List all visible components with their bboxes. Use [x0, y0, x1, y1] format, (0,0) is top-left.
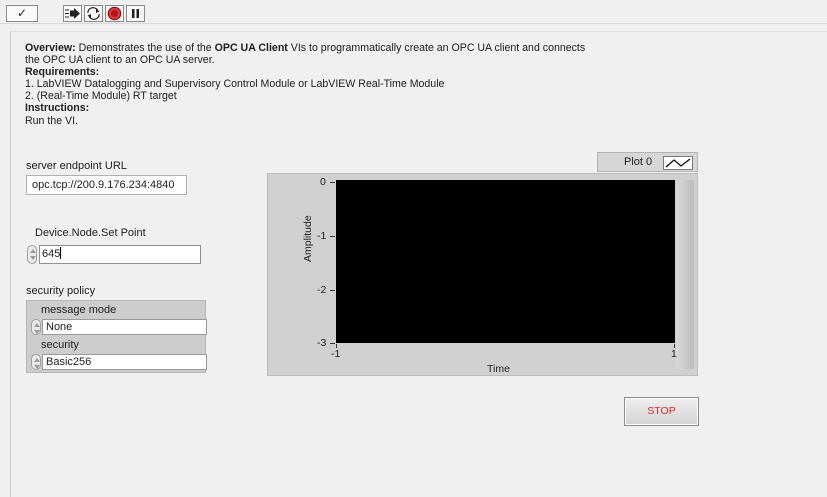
stop-button[interactable]: STOP [624, 397, 699, 426]
overview-line-2: the OPC UA client to an OPC UA server. [25, 54, 215, 67]
toolbar: ✓ [0, 0, 827, 24]
set-point-increment-icon[interactable] [27, 245, 37, 264]
x-tick-label: 1 [671, 348, 677, 360]
message-mode-label: message mode [41, 304, 117, 316]
stop-button-label: STOP [647, 405, 676, 417]
y-tick-label: -1 [317, 230, 327, 242]
instructions-heading: Instructions: [25, 102, 90, 115]
plot-legend[interactable]: Plot 0 [597, 152, 698, 172]
y-tick-label: 0 [320, 176, 326, 188]
server-endpoint-label: server endpoint URL [26, 160, 127, 172]
plot-area[interactable] [336, 180, 675, 343]
y-tick-mark [330, 236, 335, 237]
instructions-text: Run the VI. [25, 114, 78, 127]
x-axis-label: Time [487, 363, 510, 375]
y-axis-label: Amplitude [302, 215, 314, 262]
requirement-2: 2. (Real-Time Module) RT target [25, 90, 177, 103]
x-tick-label: -1 [331, 348, 341, 360]
y-tick-label: -3 [317, 337, 327, 349]
run-continuously-icon[interactable] [84, 5, 103, 22]
y-tick-mark [330, 182, 335, 183]
check-icon[interactable]: ✓ [6, 5, 38, 22]
y-tick-mark [330, 290, 335, 291]
abort-icon[interactable] [105, 5, 124, 22]
security-increment-icon[interactable] [31, 354, 41, 370]
overview-line-1: Overview: Demonstrates the use of the OP… [25, 42, 586, 54]
security-label: security [41, 339, 79, 351]
requirements-heading: Requirements: [25, 66, 100, 79]
server-endpoint-url-field[interactable]: opc.tcp://200.9.176.234:4840 [26, 175, 187, 195]
security-ring[interactable]: Basic256 [42, 354, 207, 370]
run-controls [63, 5, 145, 22]
pause-icon[interactable] [126, 5, 145, 22]
security-policy-cluster: message mode None security Basic256 [26, 300, 207, 373]
plot-style-icon[interactable] [663, 156, 693, 170]
plot-legend-name: Plot 0 [624, 156, 653, 168]
set-point-label: Device.Node.Set Point [35, 227, 146, 239]
chart-frame-edge [676, 180, 694, 369]
text-caret [60, 247, 62, 259]
message-mode-ring[interactable]: None [42, 319, 207, 335]
set-point-numeric-field[interactable]: 645 [39, 245, 201, 264]
requirement-1: 1. LabVIEW Datalogging and Supervisory C… [25, 78, 445, 91]
y-tick-mark [330, 343, 335, 344]
message-mode-increment-icon[interactable] [31, 319, 41, 335]
overview-description: Overview: Demonstrates the use of the OP… [25, 42, 725, 127]
run-arrow-icon[interactable] [63, 5, 82, 22]
y-tick-label: -2 [317, 284, 327, 296]
security-policy-label: security policy [26, 285, 96, 297]
